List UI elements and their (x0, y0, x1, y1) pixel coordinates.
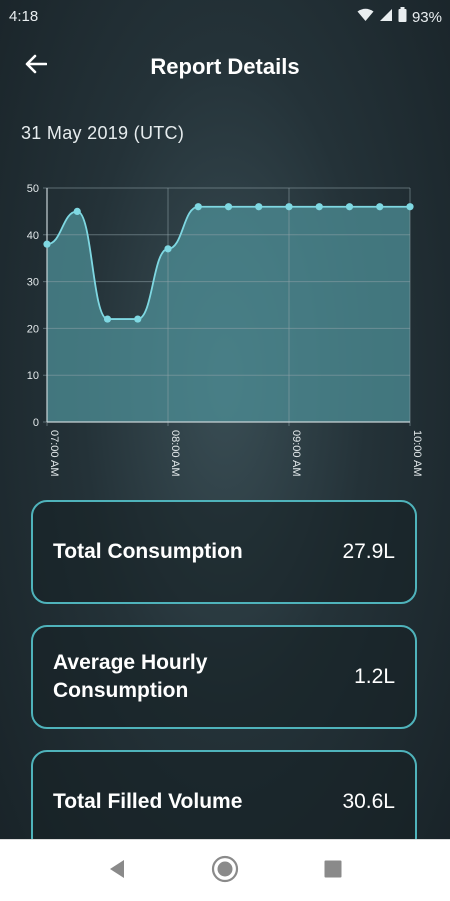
y-tick-label: 0 (33, 417, 39, 429)
nav-home-button[interactable] (208, 854, 242, 888)
x-tick-label: 08:00 AM (169, 430, 181, 476)
circle-home-icon (211, 855, 239, 888)
y-tick-label: 10 (27, 370, 39, 382)
metric-value: 27.9L (342, 540, 395, 563)
data-point (194, 203, 202, 211)
metric-card-total-consumption: Total Consumption 27.9L (31, 500, 417, 604)
navigation-bar (0, 839, 450, 901)
status-bar: 4:18 93% (0, 0, 450, 34)
square-recents-icon (324, 860, 342, 883)
battery-icon (398, 7, 407, 27)
metric-label: Total Consumption (53, 540, 243, 563)
data-point (255, 203, 263, 211)
data-point (73, 207, 81, 215)
nav-back-button[interactable] (100, 854, 134, 888)
metric-value: 30.6L (342, 790, 395, 813)
y-tick-label: 40 (27, 230, 39, 242)
data-point (376, 203, 384, 211)
data-point (43, 240, 51, 248)
battery-percentage: 93% (411, 8, 442, 26)
data-point (164, 245, 172, 253)
report-date: 31 May 2019 (UTC) (21, 123, 185, 143)
data-point (103, 315, 112, 323)
data-point (134, 315, 142, 323)
x-tick-label: 07:00 AM (48, 430, 60, 476)
metric-label: Average Hourly Consumption (53, 651, 208, 702)
chart-svg: 0 10 20 30 40 50 07:00 AM 08:00 AM 09:00 AM 10:00… (27, 183, 423, 476)
signal-icon (379, 8, 393, 27)
metric-label: Total Filled Volume (53, 790, 243, 813)
y-tick-label: 30 (27, 277, 39, 289)
metric-card-average-hourly-consumption: Average Hourly Consumption 1.2L (31, 625, 417, 729)
page-title: Report Details (150, 54, 300, 79)
data-point (285, 203, 293, 211)
data-point (224, 203, 233, 211)
app-bar: Report Details (0, 40, 450, 96)
x-tick-label: 09:00 AM (290, 430, 302, 476)
data-point (315, 203, 323, 211)
chart-area-fill (47, 206, 410, 422)
x-tick-label: 10:00 AM (411, 430, 423, 476)
metric-value: 1.2L (354, 665, 395, 688)
status-time: 4:18 (9, 8, 39, 25)
data-point (406, 203, 414, 211)
y-tick-label: 50 (27, 183, 39, 195)
wifi-icon (357, 8, 374, 27)
nav-recents-button[interactable] (316, 854, 350, 888)
triangle-back-icon (108, 859, 126, 884)
y-tick-label: 20 (27, 323, 39, 335)
consumption-chart: 0 10 20 30 40 50 07:00 AM 08:00 AM 09:00 AM 10:00… (0, 180, 450, 500)
status-icons: 93% (357, 7, 442, 27)
data-point (345, 203, 354, 211)
